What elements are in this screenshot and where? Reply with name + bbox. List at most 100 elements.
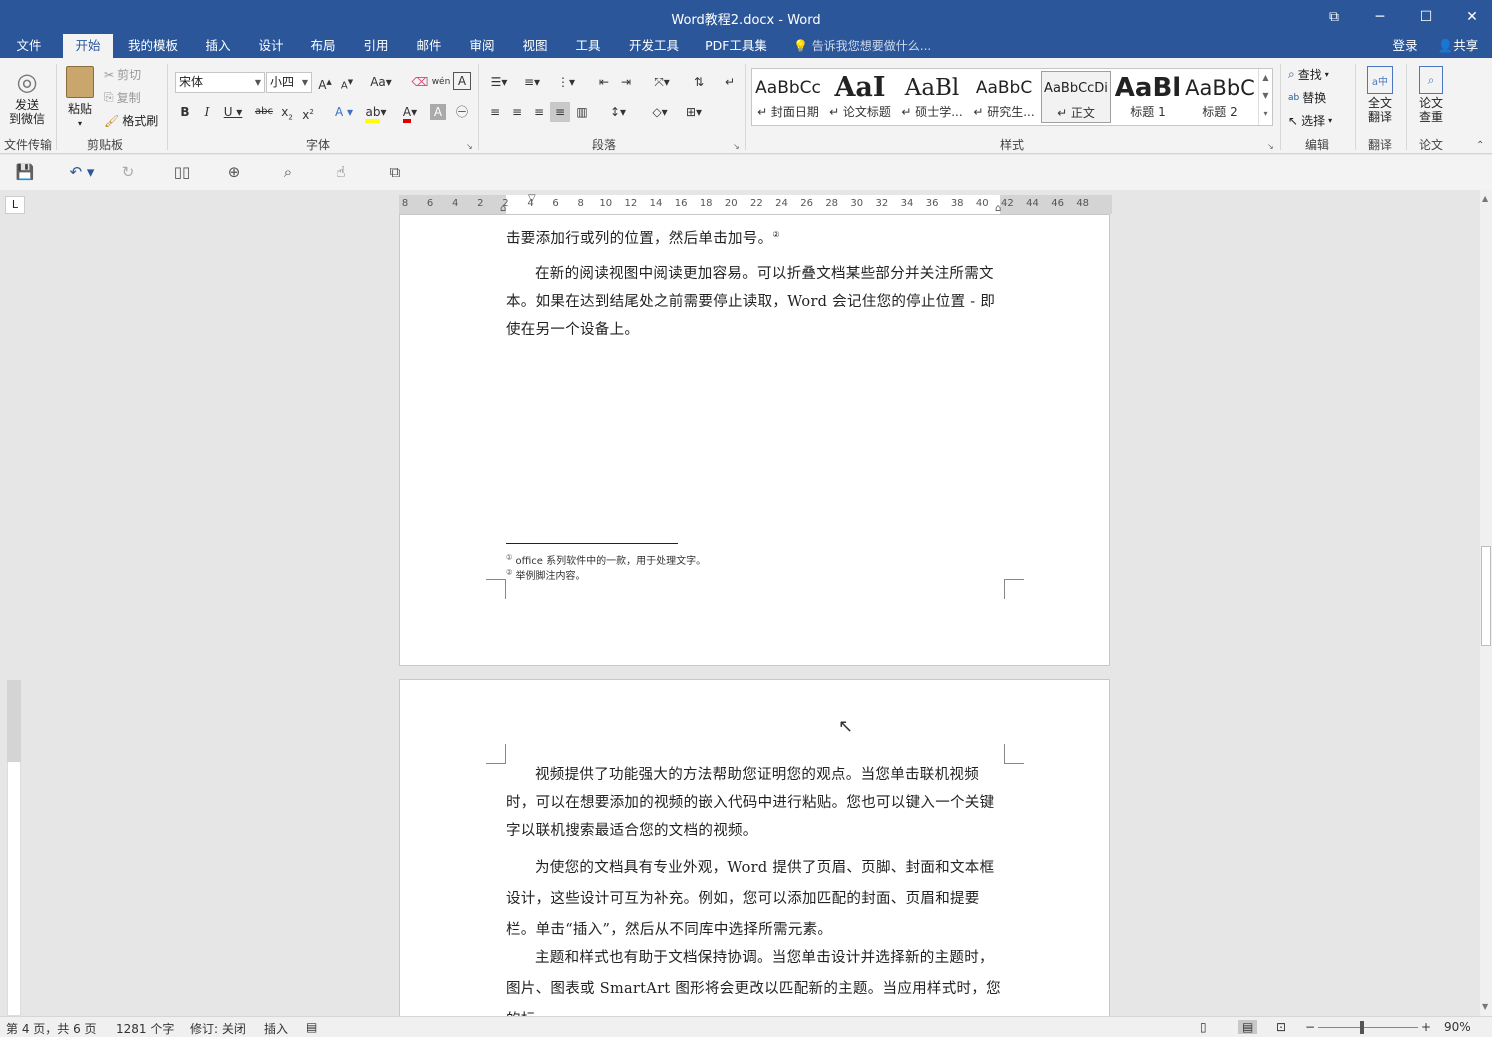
style-normal[interactable]: AaBbCcDi ↵ 正文 [1041, 71, 1111, 123]
justify-icon[interactable]: ≡ [550, 102, 570, 122]
cut-button[interactable]: ✂ 剪切 [104, 66, 141, 83]
tab-my-templates[interactable]: 我的模板 [120, 34, 186, 58]
superscript-icon[interactable]: x2 [298, 102, 318, 122]
send-to-wechat-button[interactable]: ◎ 发送 到微信 [5, 68, 49, 126]
tab-review[interactable]: 审阅 [460, 34, 504, 58]
format-painter-button[interactable]: 🖌 格式刷 [104, 112, 158, 129]
phonetic-guide-icon[interactable]: wén [431, 72, 451, 92]
enclose-characters-icon[interactable]: ㊀ [452, 102, 472, 122]
tab-developer[interactable]: 开发工具 [622, 34, 686, 58]
dialog-launcher-icon[interactable]: ↘ [1267, 142, 1274, 151]
macro-record-icon[interactable]: ▤ [306, 1020, 317, 1034]
asian-layout-icon[interactable]: ⤧▾ [648, 72, 676, 92]
read-mode-icon[interactable]: ▯▯ [172, 163, 192, 181]
redo-icon[interactable]: ↻ [118, 163, 138, 181]
tab-insert[interactable]: 插入 [196, 34, 240, 58]
tab-references[interactable]: 引用 [354, 34, 398, 58]
insert-mode[interactable]: 插入 [264, 1020, 288, 1037]
word-count[interactable]: 1281 个字 [116, 1020, 174, 1037]
style-master[interactable]: AaBl ↵ 硕士学... [897, 71, 967, 123]
text-effects-icon[interactable]: A ▾ [330, 102, 358, 122]
left-indent-icon[interactable]: ⌂ [500, 203, 506, 214]
style-heading2[interactable]: AaBbC 标题 2 [1185, 71, 1255, 123]
track-changes-status[interactable]: 修订: 关闭 [190, 1020, 246, 1037]
clear-format-icon[interactable]: ⌫ [410, 72, 430, 92]
copy-button[interactable]: ⎘ 复制 [104, 89, 141, 106]
tab-file[interactable]: 文件 [6, 34, 52, 58]
italic-icon[interactable]: I [197, 102, 217, 122]
share-button[interactable]: 👤共享 [1430, 34, 1486, 58]
decrease-indent-icon[interactable]: ⇤ [594, 72, 614, 92]
vertical-ruler[interactable] [0, 190, 30, 1016]
select-button[interactable]: ↖ 选择 ▾ [1288, 112, 1332, 129]
show-marks-icon[interactable]: ↵ [720, 72, 740, 92]
change-case-icon[interactable]: Aa▾ [367, 72, 395, 92]
increase-indent-icon[interactable]: ⇥ [616, 72, 636, 92]
sort-icon[interactable]: ⇅ [689, 72, 709, 92]
web-layout-icon[interactable]: ⊕ [224, 163, 244, 181]
full-translate-button[interactable]: a中 全文 翻译 [1362, 66, 1398, 124]
font-name-dropdown[interactable]: 宋体 ▼ [175, 72, 265, 93]
character-shading-icon[interactable]: A [430, 104, 446, 120]
web-view-icon[interactable]: ⊡ [1276, 1020, 1286, 1034]
collapse-ribbon-icon[interactable]: ⌃ [1476, 140, 1484, 151]
tab-view[interactable]: 视图 [513, 34, 557, 58]
undo-icon[interactable]: ↶ ▾ [65, 163, 99, 181]
numbering-icon[interactable]: ≡▾ [518, 72, 546, 92]
print-preview-icon[interactable]: ⌕ [278, 163, 298, 181]
highlight-icon[interactable]: ab▾ [362, 102, 390, 123]
tab-mailings[interactable]: 邮件 [407, 34, 451, 58]
read-mode-view-icon[interactable]: ▯ [1200, 1020, 1207, 1034]
distributed-icon[interactable]: ▥ [572, 102, 592, 122]
style-graduate[interactable]: AaBbC ↵ 研究生... [969, 71, 1039, 123]
style-cover-date[interactable]: AaBbCc ↵ 封面日期 [753, 71, 823, 123]
first-line-indent-icon[interactable]: ▽ [528, 193, 536, 204]
style-heading1[interactable]: AaBl 标题 1 [1113, 71, 1183, 123]
scroll-down-icon[interactable]: ▼ [1482, 1002, 1488, 1011]
style-paper-title[interactable]: AaI ↵ 论文标题 [825, 71, 895, 123]
dialog-launcher-icon[interactable]: ↘ [466, 142, 473, 151]
maximize-button[interactable]: ☐ [1414, 6, 1438, 28]
login-link[interactable]: 登录 [1386, 34, 1424, 58]
zoom-slider[interactable] [1318, 1027, 1418, 1028]
scroll-thumb[interactable] [1481, 546, 1491, 646]
zoom-in-icon[interactable]: + [1421, 1020, 1431, 1034]
underline-icon[interactable]: U ▾ [219, 102, 247, 122]
dialog-launcher-icon[interactable]: ↘ [733, 142, 740, 151]
font-size-dropdown[interactable]: 小四 ▼ [266, 72, 312, 93]
print-layout-view-icon[interactable]: ▤ [1238, 1020, 1258, 1034]
customize-icon[interactable]: ⧉ [385, 163, 405, 181]
multilevel-list-icon[interactable]: ⋮▾ [552, 72, 580, 92]
align-right-icon[interactable]: ≡ [529, 102, 549, 122]
close-button[interactable]: ✕ [1460, 6, 1484, 28]
align-center-icon[interactable]: ≡ [507, 102, 527, 122]
vertical-scrollbar[interactable]: ▲ ▼ [1480, 190, 1492, 1016]
grow-font-icon[interactable]: A▲ [315, 72, 335, 92]
replace-button[interactable]: ab 替换 [1288, 89, 1326, 106]
touch-mode-icon[interactable]: ☝ [331, 163, 351, 181]
minimize-button[interactable]: ─ [1368, 6, 1392, 28]
borders-icon[interactable]: ⊞▾ [680, 102, 708, 122]
tab-home[interactable]: 开始 [63, 34, 113, 58]
character-border-icon[interactable]: A [453, 72, 471, 90]
ribbon-display-options-icon[interactable]: ⧉ [1322, 6, 1346, 28]
find-button[interactable]: ⌕ 查找 ▾ [1288, 66, 1329, 83]
page-count[interactable]: 第 4 页，共 6 页 [6, 1020, 97, 1037]
right-indent-icon[interactable]: ⌂ [995, 203, 1001, 214]
save-icon[interactable]: 💾 [15, 163, 35, 181]
page[interactable]: 视频提供了功能强大的方法帮助您证明您的观点。当您单击联机视频时，可以在想要添加的… [399, 679, 1110, 1016]
paste-button[interactable]: 粘贴 ▾ [62, 66, 98, 128]
line-spacing-icon[interactable]: ↕▾ [604, 102, 632, 122]
scroll-up-icon[interactable]: ▲ [1482, 194, 1488, 203]
zoom-out-icon[interactable]: − [1305, 1020, 1315, 1034]
shrink-font-icon[interactable]: A▼ [337, 72, 357, 92]
tab-pdf-tools[interactable]: PDF工具集 [700, 34, 772, 58]
tab-tools[interactable]: 工具 [566, 34, 610, 58]
font-color-icon[interactable]: A▾ [396, 102, 424, 123]
tab-layout[interactable]: 布局 [301, 34, 345, 58]
gallery-scroll[interactable]: ▲ ▼ ▾ [1258, 69, 1272, 125]
horizontal-ruler[interactable]: 8 6 4 2 2 4 6 8 10 12 14 16 18 20 22 24 26 28 30 32 34 36 38 40… [399, 193, 1112, 214]
bold-icon[interactable]: B [175, 102, 195, 122]
subscript-icon[interactable]: x2 [277, 102, 297, 122]
tab-design[interactable]: 设计 [249, 34, 293, 58]
